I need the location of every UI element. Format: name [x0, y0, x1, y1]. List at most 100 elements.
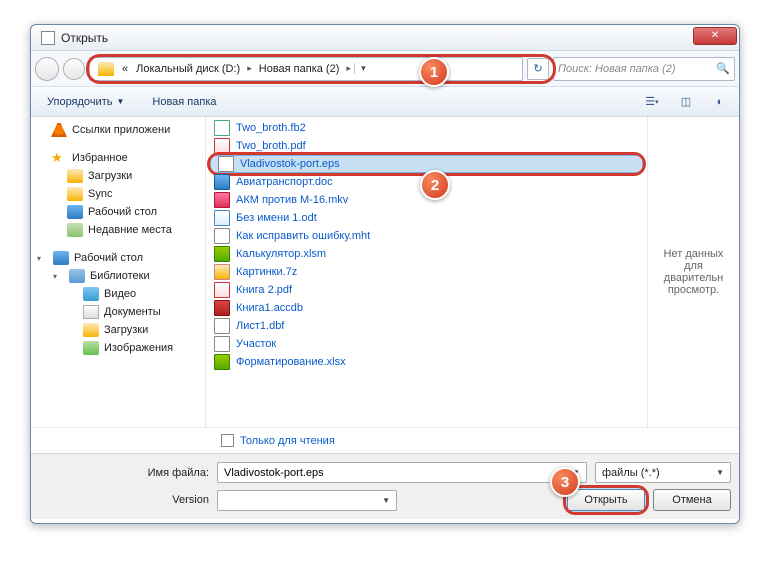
- desktop-icon: [67, 205, 83, 219]
- window-icon: [41, 31, 55, 45]
- help-button[interactable]: ◐: [709, 91, 731, 113]
- open-dialog-window: Открыть ✕ « Локальный диск (D:) ▸ Новая …: [30, 24, 740, 524]
- file-icon: [214, 336, 230, 352]
- close-button[interactable]: ✕: [693, 27, 737, 45]
- sidebar-sync[interactable]: Sync: [31, 185, 205, 203]
- open-button[interactable]: Открыть: [567, 489, 645, 511]
- downloads-icon: [83, 323, 99, 337]
- breadcrumb-seg-2[interactable]: Новая папка (2): [255, 63, 344, 75]
- list-item[interactable]: Книга1.accdb: [206, 299, 647, 317]
- file-icon: [214, 120, 230, 136]
- readonly-checkbox[interactable]: [221, 434, 234, 447]
- list-item[interactable]: Two_broth.pdf: [206, 137, 647, 155]
- list-item[interactable]: Картинки.7z: [206, 263, 647, 281]
- video-icon: [83, 287, 99, 301]
- desktop-icon: [53, 251, 69, 265]
- file-icon: [214, 300, 230, 316]
- address-bar[interactable]: « Локальный диск (D:) ▸ Новая папка (2) …: [89, 57, 523, 81]
- file-icon: [214, 138, 230, 154]
- sidebar-recent[interactable]: Недавние места: [31, 221, 205, 239]
- list-item[interactable]: Книга 2.pdf: [206, 281, 647, 299]
- refresh-button[interactable]: ↻: [527, 58, 549, 80]
- chevron-down-icon: ▼: [116, 97, 124, 106]
- file-icon: [214, 264, 230, 280]
- titlebar: Открыть ✕: [31, 25, 739, 51]
- chevron-down-icon[interactable]: ▼: [382, 496, 390, 505]
- file-icon: [214, 318, 230, 334]
- readonly-label: Только для чтения: [240, 435, 335, 447]
- back-button[interactable]: [35, 57, 59, 81]
- folder-icon: [98, 62, 114, 76]
- collapse-icon[interactable]: ▾: [37, 254, 46, 263]
- folder-icon: [67, 187, 83, 201]
- annotation-badge-1: 1: [419, 57, 449, 87]
- sidebar-desktop-2[interactable]: ▾Рабочий стол: [31, 249, 205, 267]
- list-item[interactable]: Участок: [206, 335, 647, 353]
- file-icon: [214, 192, 230, 208]
- footer: Имя файла: Vladivostok-port.eps▼ файлы (…: [31, 453, 739, 519]
- sidebar-libraries[interactable]: ▾Библиотеки: [31, 267, 205, 285]
- view-button[interactable]: ☰▾: [641, 91, 663, 113]
- window-title: Открыть: [61, 31, 693, 45]
- chevron-right-icon[interactable]: ▸: [343, 63, 354, 74]
- list-item[interactable]: Калькулятор.xlsm: [206, 245, 647, 263]
- address-dropdown[interactable]: ▾: [354, 63, 372, 74]
- chevron-right-icon[interactable]: ▸: [244, 63, 255, 74]
- sidebar-app-links[interactable]: Ссылки приложени: [31, 121, 205, 139]
- search-placeholder: Поиск: Новая папка (2): [558, 63, 676, 75]
- version-label: Version: [39, 494, 209, 506]
- breadcrumb-root[interactable]: «: [118, 63, 132, 75]
- sidebar-pictures[interactable]: Изображения: [31, 339, 205, 357]
- toolbar: Упорядочить▼ Новая папка ☰▾ ◫ ◐: [31, 87, 739, 117]
- sidebar-downloads[interactable]: Загрузки: [31, 167, 205, 185]
- sidebar-downloads-2[interactable]: Загрузки: [31, 321, 205, 339]
- preview-pane: Нет данных для дварительн просмотр.: [647, 117, 739, 427]
- close-icon: ✕: [711, 30, 719, 41]
- documents-icon: [83, 305, 99, 319]
- search-icon: 🔍: [716, 62, 730, 75]
- file-icon: [218, 156, 234, 172]
- file-icon: [214, 174, 230, 190]
- library-icon: [69, 269, 85, 283]
- filename-label: Имя файла:: [39, 467, 209, 479]
- list-item-selected[interactable]: Vladivostok-port.eps: [210, 155, 643, 173]
- new-folder-button[interactable]: Новая папка: [144, 92, 224, 112]
- annotation-badge-2: 2: [420, 170, 450, 200]
- nav-bar: « Локальный диск (D:) ▸ Новая папка (2) …: [31, 51, 739, 87]
- file-icon: [214, 210, 230, 226]
- preview-pane-button[interactable]: ◫: [675, 91, 697, 113]
- file-list[interactable]: Two_broth.fb2 Two_broth.pdf Vladivostok-…: [206, 117, 647, 427]
- file-icon: [214, 228, 230, 244]
- list-item[interactable]: Two_broth.fb2: [206, 119, 647, 137]
- list-item[interactable]: Форматирование.xlsx: [206, 353, 647, 371]
- sidebar-favorites[interactable]: ★Избранное: [31, 149, 205, 167]
- cancel-button[interactable]: Отмена: [653, 489, 731, 511]
- filename-input[interactable]: Vladivostok-port.eps▼: [217, 462, 587, 483]
- forward-button[interactable]: [63, 58, 85, 80]
- pictures-icon: [83, 341, 99, 355]
- breadcrumb-seg-1[interactable]: Локальный диск (D:): [132, 63, 244, 75]
- annotation-badge-3: 3: [550, 467, 580, 497]
- downloads-icon: [67, 169, 83, 183]
- star-icon: ★: [51, 151, 67, 165]
- version-select[interactable]: ▼: [217, 490, 397, 511]
- file-icon: [214, 246, 230, 262]
- options-row: Только для чтения: [31, 427, 739, 453]
- sidebar: Ссылки приложени ★Избранное Загрузки Syn…: [31, 117, 206, 427]
- sidebar-videos[interactable]: Видео: [31, 285, 205, 303]
- file-icon: [214, 282, 230, 298]
- list-item[interactable]: Лист1.dbf: [206, 317, 647, 335]
- recent-icon: [67, 223, 83, 237]
- chevron-down-icon[interactable]: ▼: [716, 468, 724, 477]
- sidebar-desktop[interactable]: Рабочий стол: [31, 203, 205, 221]
- file-icon: [214, 354, 230, 370]
- list-item[interactable]: Без имени 1.odt: [206, 209, 647, 227]
- organize-button[interactable]: Упорядочить▼: [39, 92, 132, 112]
- search-input[interactable]: Поиск: Новая папка (2) 🔍: [553, 57, 735, 81]
- list-item[interactable]: Как исправить ошибку.mht: [206, 227, 647, 245]
- filetype-select[interactable]: файлы (*.*)▼: [595, 462, 731, 483]
- sidebar-documents[interactable]: Документы: [31, 303, 205, 321]
- collapse-icon[interactable]: ▾: [53, 272, 62, 281]
- content-area: Ссылки приложени ★Избранное Загрузки Syn…: [31, 117, 739, 427]
- refresh-icon: ↻: [533, 62, 542, 75]
